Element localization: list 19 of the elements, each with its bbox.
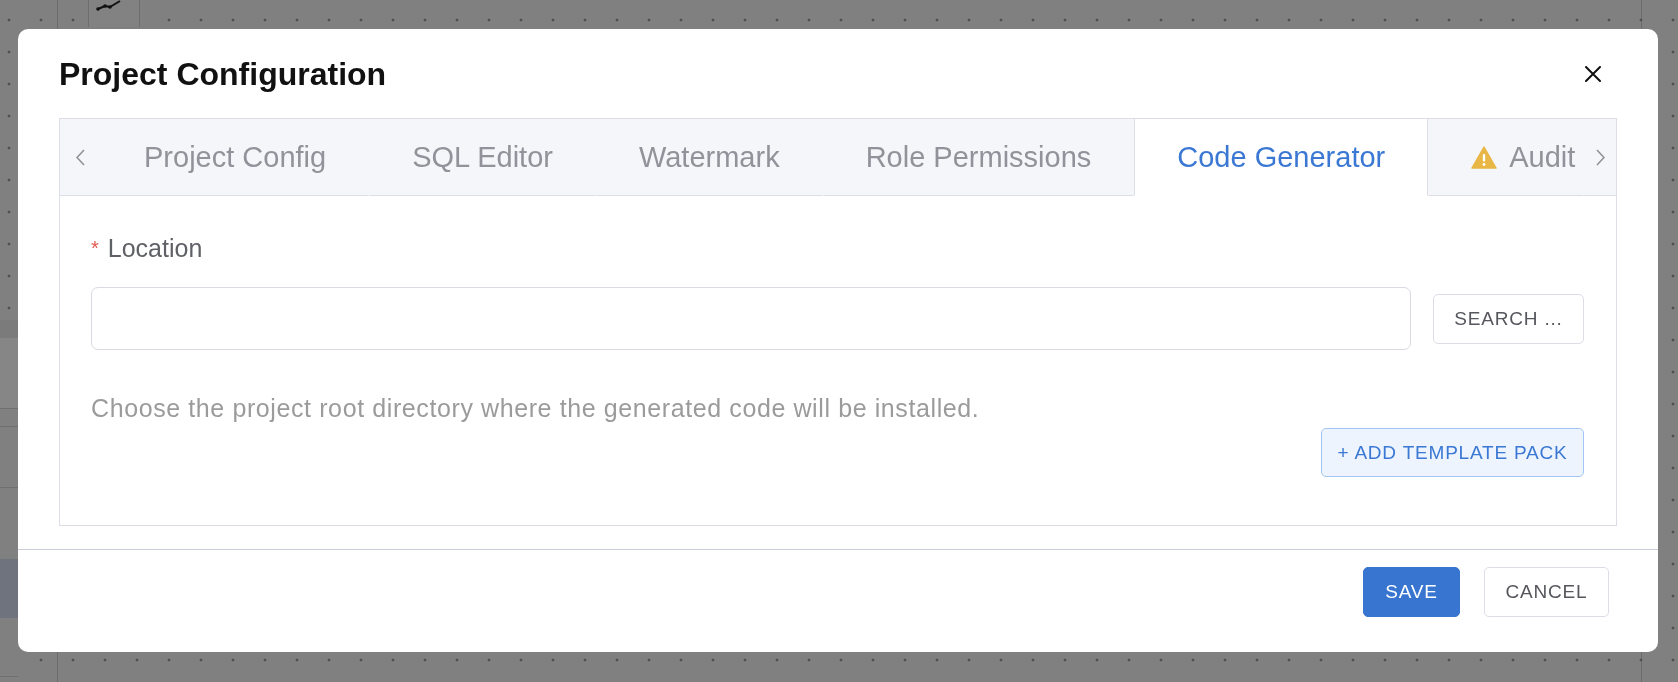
chevron-left-icon[interactable] — [76, 148, 85, 166]
chevron-right-icon[interactable] — [1595, 148, 1605, 166]
save-button[interactable]: SAVE — [1363, 567, 1460, 617]
required-mark: * — [91, 236, 99, 261]
search-button[interactable]: SEARCH ... — [1433, 293, 1584, 344]
tab[interactable]: Watermark — [595, 119, 823, 196]
location-input[interactable] — [91, 287, 1411, 350]
line-chart-icon — [96, 0, 122, 11]
tab[interactable]: SQL Editor — [369, 119, 596, 196]
cancel-button[interactable]: CANCEL — [1484, 567, 1609, 617]
tab[interactable]: Audit — [1428, 119, 1585, 196]
toolbar-button[interactable] — [88, 0, 140, 27]
tab[interactable]: Project Config — [101, 119, 370, 196]
close-icon[interactable] — [1585, 66, 1601, 82]
field-label: Location — [107, 233, 203, 263]
add-template-pack-button[interactable]: + ADD TEMPLATE PACK — [1321, 428, 1584, 477]
help-text: Choose the project root directory where the generated code will be installed. — [91, 393, 981, 423]
dialog-title: Project Configuration — [59, 56, 387, 92]
tab[interactable]: Code Generator — [1134, 119, 1429, 196]
